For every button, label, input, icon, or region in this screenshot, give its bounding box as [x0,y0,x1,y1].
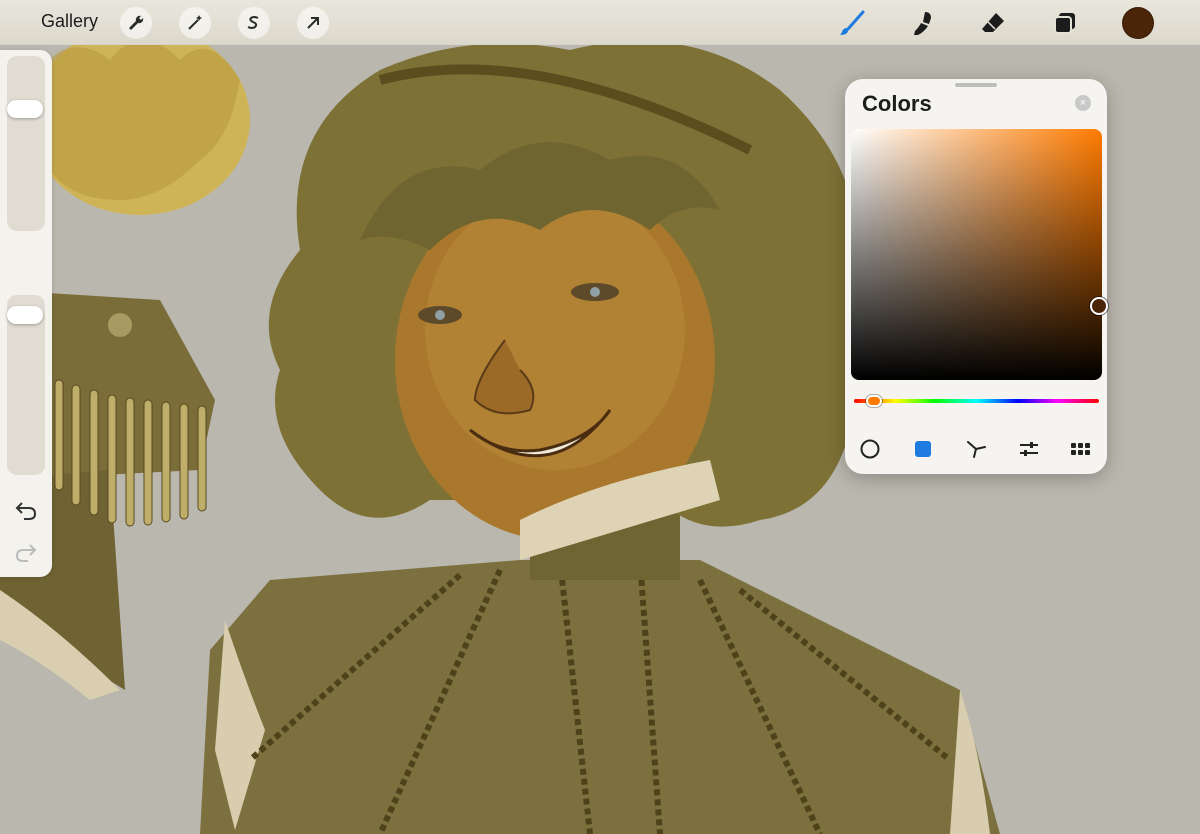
current-color-swatch[interactable] [1122,7,1154,39]
opacity-thumb[interactable] [7,306,43,325]
adjustments-button[interactable] [179,7,211,39]
actions-button[interactable] [120,7,152,39]
selection-button[interactable] [238,7,270,39]
hue-slider[interactable] [854,399,1099,403]
brush-tool-button[interactable] [835,6,869,40]
transform-button[interactable] [297,7,329,39]
brush-icon [840,10,865,35]
close-icon[interactable]: × [1075,95,1091,111]
undo-icon[interactable] [14,498,38,522]
colors-panel: Colors × [845,79,1108,474]
smudge-icon [914,12,931,35]
colors-panel-title: Colors [862,91,932,116]
brush-size-thumb[interactable] [7,99,43,118]
panel-grabber[interactable] [955,83,997,87]
layers-button[interactable] [1048,6,1082,40]
brush-size-slider[interactable] [7,56,45,231]
classic-mode-button[interactable] [911,437,935,461]
saturation-brightness-square[interactable] [851,129,1102,380]
disc-mode-icon [860,439,880,459]
palettes-mode-button[interactable] [1069,437,1093,461]
palettes-mode-icon [1071,443,1090,455]
wrench-icon [129,15,144,30]
value-mode-button[interactable] [1017,437,1041,461]
left-sidebar [0,50,52,577]
move-arrow-icon [307,17,319,29]
layers-icon [1054,13,1075,34]
eraser-tool-button[interactable] [976,6,1010,40]
harmony-mode-icon [967,441,986,458]
selection-s-icon [247,16,259,29]
disc-mode-button[interactable] [858,437,882,461]
value-mode-icon [1020,442,1038,456]
eraser-icon [982,13,1004,32]
color-picker-knob[interactable] [1090,297,1108,315]
top-toolbar: Gallery [0,0,1200,45]
harmony-mode-button[interactable] [964,437,988,461]
hue-slider-thumb[interactable] [865,395,882,407]
magic-wand-icon [188,15,202,30]
redo-icon[interactable] [14,540,38,564]
classic-mode-icon [915,441,931,457]
smudge-tool-button[interactable] [906,6,940,40]
artwork-left-hair [30,25,250,215]
gallery-button[interactable]: Gallery [41,11,98,32]
